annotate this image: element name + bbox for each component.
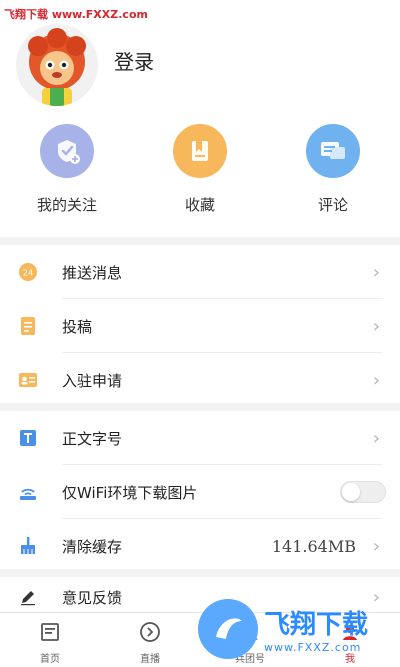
tab-live[interactable]: 直播 [100, 613, 200, 667]
login-label[interactable]: 登录 [114, 46, 154, 75]
chevron-right-icon: › [372, 261, 380, 283]
chevron-right-icon: › [372, 535, 380, 557]
wifi-only-toggle[interactable] [340, 481, 386, 503]
cache-size-value: 141.64MB [271, 536, 356, 556]
wifi-icon [18, 482, 38, 502]
tab-me[interactable]: 我 [300, 613, 400, 667]
me-icon [343, 625, 357, 640]
menu-item-submit[interactable]: 投稿 › [0, 299, 400, 353]
menu-item-push[interactable]: 24 推送消息 › [0, 245, 400, 299]
comment-icon [306, 124, 360, 178]
menu-item-clear-cache[interactable]: 清除缓存 141.64MB › [0, 519, 400, 573]
follow-icon [40, 124, 94, 178]
profile-header[interactable]: 登录 [0, 14, 400, 106]
quick-action-bookmark[interactable]: 收藏 [145, 124, 255, 215]
quick-action-label: 收藏 [184, 196, 215, 214]
broom-icon [18, 536, 38, 556]
lion-avatar-icon [28, 28, 86, 106]
tab-label: 我 [345, 654, 355, 665]
chevron-right-icon: › [372, 427, 380, 449]
menu-item-label: 投稿 [62, 317, 93, 336]
menu-item-join[interactable]: 入驻申请 › [0, 353, 400, 407]
quick-action-label: 评论 [317, 196, 348, 214]
id-card-icon [18, 370, 38, 390]
tab-label: 兵团号 [235, 654, 265, 665]
document-icon [18, 316, 38, 336]
live-icon [140, 622, 160, 642]
menu-item-label: 正文字号 [62, 429, 123, 448]
section-divider [0, 237, 400, 245]
pencil-icon [18, 587, 38, 607]
menu-item-label: 推送消息 [62, 263, 123, 282]
menu-item-label: 清除缓存 [62, 537, 123, 556]
section-divider [0, 569, 400, 577]
tab-account[interactable]: 兵团号 [200, 613, 300, 667]
menu-item-feedback[interactable]: 意见反馈 › [0, 577, 400, 617]
svg-text:24: 24 [23, 269, 33, 278]
menu-item-label: 入驻申请 [62, 371, 123, 390]
push-icon: 24 [18, 262, 38, 282]
text-size-icon [18, 428, 38, 448]
chevron-right-icon: › [372, 369, 380, 391]
section-divider [0, 403, 400, 411]
chevron-right-icon: › [372, 315, 380, 337]
tab-home[interactable]: 首页 [0, 613, 100, 667]
menu-item-wifi-only[interactable]: 仅WiFi环境下载图片 [0, 465, 400, 519]
quick-action-follow[interactable]: 我的关注 [12, 124, 122, 215]
chevron-right-icon: › [372, 586, 380, 608]
toggle-knob [342, 483, 360, 501]
home-icon [41, 623, 59, 641]
quick-action-label: 我的关注 [36, 196, 97, 214]
avatar[interactable] [16, 24, 98, 106]
bottom-tab-bar: 首页 直播 兵团号 我 [0, 612, 400, 667]
tab-label: 首页 [40, 654, 60, 665]
account-icon [242, 624, 258, 641]
tab-label: 直播 [140, 654, 160, 665]
menu-item-label: 意见反馈 [62, 588, 123, 607]
quick-action-comment[interactable]: 评论 [278, 124, 388, 215]
bookmark-icon [173, 124, 227, 178]
menu-item-font-size[interactable]: 正文字号 › [0, 411, 400, 465]
menu-item-label: 仅WiFi环境下载图片 [62, 483, 198, 502]
